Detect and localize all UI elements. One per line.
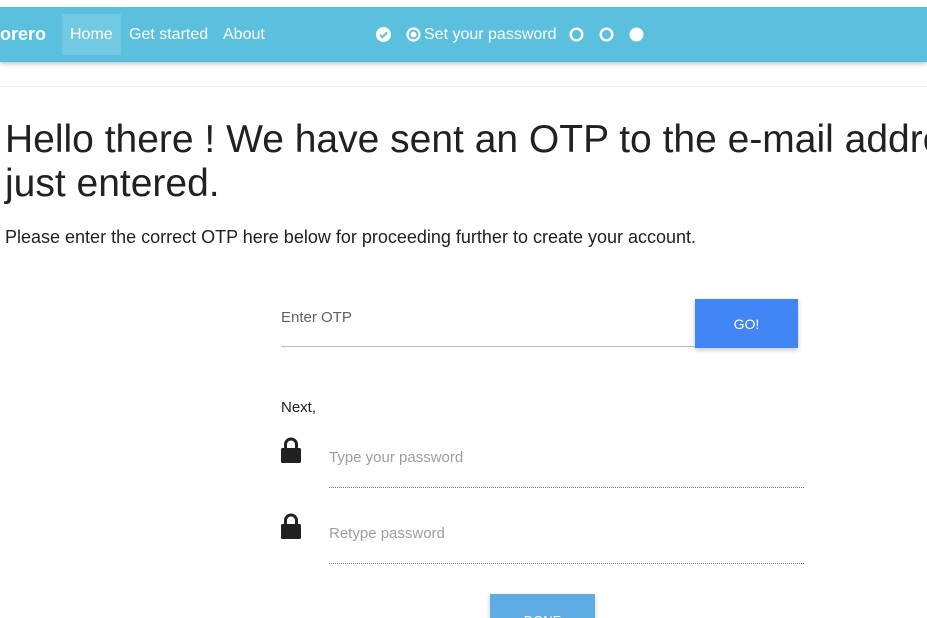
page: orero Home Get started About Set your pa… [0,0,927,618]
instruction-text: Please enter the correct OTP here below … [5,227,697,247]
next-label: Next, [281,399,317,416]
heading-line-1: Hello there ! We have sent an OTP to the… [5,118,927,161]
filled-circle-icon [629,27,644,42]
navbar: orero Home Get started About Set your pa… [0,7,927,62]
check-circle-icon [376,27,391,42]
retype-password-input[interactable] [329,517,804,564]
lock-icon [281,437,301,463]
radio-dot-icon [406,27,421,42]
password-input[interactable] [329,441,804,488]
separator [0,86,927,87]
brand-logo[interactable]: orero [0,7,46,62]
top-edge [0,0,927,3]
nav-link-get-started[interactable]: Get started [121,14,216,55]
ring-icon [569,27,584,42]
otp-input[interactable] [281,300,695,347]
page-heading: Hello there ! We have sent an OTP to the… [5,118,927,206]
done-button[interactable]: DONE [490,594,595,618]
nav-link-about[interactable]: About [215,14,273,55]
heading-line-2: just entered. [5,162,220,205]
lock-icon [281,513,301,539]
go-button[interactable]: GO! [695,299,798,348]
nav-link-home[interactable]: Home [62,14,121,55]
ring-icon [599,27,614,42]
current-step-label: Set your password [424,26,557,43]
